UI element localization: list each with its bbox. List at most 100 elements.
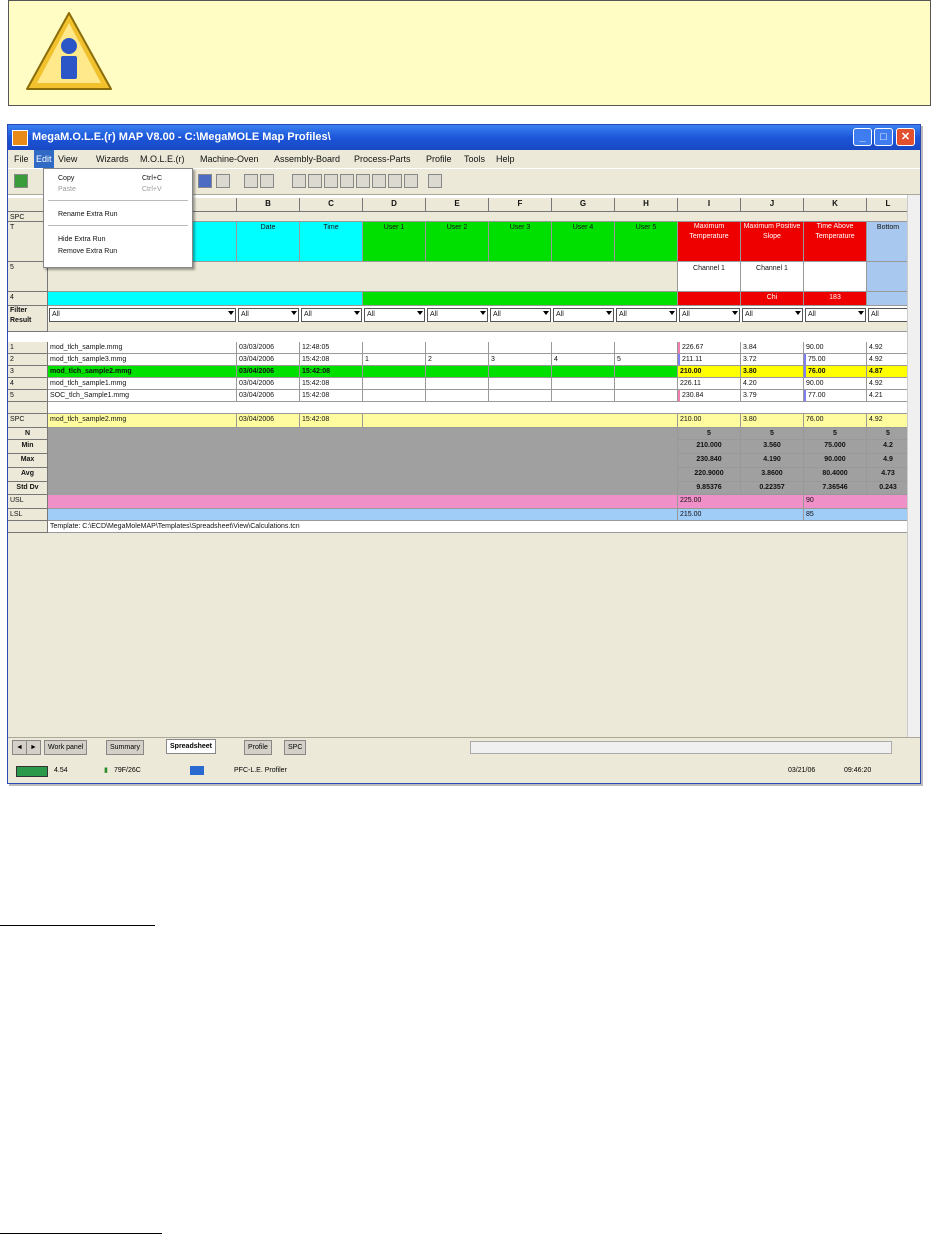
column-header-b[interactable]: B bbox=[237, 198, 300, 212]
row-header-4[interactable]: 4 bbox=[8, 378, 48, 390]
usl-k[interactable]: 90 bbox=[804, 495, 908, 509]
row3-time[interactable]: 15:42:08 bbox=[300, 366, 363, 378]
row3-user4[interactable] bbox=[552, 366, 615, 378]
filter-dropdown-c[interactable]: All bbox=[301, 308, 362, 322]
row2-user1[interactable]: 1 bbox=[363, 354, 426, 366]
row-header-2[interactable]: 2 bbox=[8, 354, 48, 366]
menu-mole[interactable]: M.O.L.E.(r) bbox=[138, 150, 187, 168]
filter-dropdown-i[interactable]: All bbox=[679, 308, 740, 322]
menu-profile[interactable]: Profile bbox=[424, 150, 454, 168]
row-header-blank[interactable] bbox=[8, 402, 48, 414]
row4-l[interactable]: 4.92 bbox=[867, 378, 908, 390]
row4-i[interactable]: 226.11 bbox=[678, 378, 741, 390]
toolbar-button-e[interactable] bbox=[324, 174, 338, 188]
row-header-avg[interactable]: Avg bbox=[8, 468, 48, 482]
row3-user5[interactable] bbox=[615, 366, 678, 378]
spc-date[interactable]: 03/04/2006 bbox=[237, 414, 300, 428]
menu-item-paste[interactable]: Paste bbox=[58, 186, 76, 193]
row2-user4[interactable]: 4 bbox=[552, 354, 615, 366]
row3-k[interactable]: 76.00 bbox=[804, 366, 867, 378]
row4-user5[interactable] bbox=[615, 378, 678, 390]
row-header-title[interactable]: T bbox=[8, 222, 48, 262]
tab-work-panel[interactable]: Work panel bbox=[44, 740, 88, 755]
toolbar-button-new[interactable] bbox=[14, 174, 28, 188]
row-header-usl[interactable]: USL bbox=[8, 495, 48, 509]
row5-date[interactable]: 03/04/2006 bbox=[237, 390, 300, 402]
menu-item-rename-extra-run[interactable]: Rename Extra Run bbox=[58, 211, 118, 218]
menu-machine-oven[interactable]: Machine-Oven bbox=[198, 150, 261, 168]
spc-j[interactable]: 3.80 bbox=[741, 414, 804, 428]
filter-dropdown-h[interactable]: All bbox=[616, 308, 677, 322]
row5-user3[interactable] bbox=[489, 390, 552, 402]
row5-j[interactable]: 3.79 bbox=[741, 390, 804, 402]
column-header-f[interactable]: F bbox=[489, 198, 552, 212]
spc-k[interactable]: 76.00 bbox=[804, 414, 867, 428]
row4-name[interactable]: mod_tlch_sample1.mmg bbox=[48, 378, 237, 390]
row-header-strip[interactable]: 4 bbox=[8, 292, 48, 306]
toolbar-button-c[interactable] bbox=[292, 174, 306, 188]
menu-item-hide-extra-run[interactable]: Hide Extra Run bbox=[58, 236, 105, 243]
row1-user1[interactable] bbox=[363, 342, 426, 354]
toolbar-button-a[interactable] bbox=[244, 174, 258, 188]
menu-view[interactable]: View bbox=[56, 150, 79, 168]
toolbar-button-print[interactable] bbox=[216, 174, 230, 188]
row3-j[interactable]: 3.80 bbox=[741, 366, 804, 378]
filter-dropdown-f[interactable]: All bbox=[490, 308, 551, 322]
toolbar-button-j[interactable] bbox=[404, 174, 418, 188]
row1-time[interactable]: 12:48:05 bbox=[300, 342, 363, 354]
row2-j[interactable]: 3.72 bbox=[741, 354, 804, 366]
filter-dropdown-g[interactable]: All bbox=[553, 308, 614, 322]
filter-dropdown-d[interactable]: All bbox=[364, 308, 425, 322]
toolbar-button-h[interactable] bbox=[372, 174, 386, 188]
row1-l[interactable]: 4.92 bbox=[867, 342, 908, 354]
column-header-e[interactable]: E bbox=[426, 198, 489, 212]
toolbar-button-k[interactable] bbox=[428, 174, 442, 188]
row1-name[interactable]: mod_tlch_sample.mmg bbox=[48, 342, 237, 354]
usl-i[interactable]: 225.00 bbox=[678, 495, 804, 509]
filter-dropdown-b[interactable]: All bbox=[238, 308, 299, 322]
spc-name[interactable]: mod_tlch_sample2.mmg bbox=[48, 414, 237, 428]
maximize-button[interactable]: □ bbox=[874, 128, 893, 146]
spc-l[interactable]: 4.92 bbox=[867, 414, 908, 428]
row4-k[interactable]: 90.00 bbox=[804, 378, 867, 390]
minimize-button[interactable]: _ bbox=[853, 128, 872, 146]
row-header-min[interactable]: Min bbox=[8, 440, 48, 454]
menu-help[interactable]: Help bbox=[494, 150, 517, 168]
column-header-g[interactable]: G bbox=[552, 198, 615, 212]
row4-user2[interactable] bbox=[426, 378, 489, 390]
column-header-c[interactable]: C bbox=[300, 198, 363, 212]
row5-user2[interactable] bbox=[426, 390, 489, 402]
row-header-max[interactable]: Max bbox=[8, 454, 48, 468]
row2-i[interactable]: 211.11 bbox=[678, 354, 741, 366]
row4-date[interactable]: 03/04/2006 bbox=[237, 378, 300, 390]
row3-user2[interactable] bbox=[426, 366, 489, 378]
row2-date[interactable]: 03/04/2006 bbox=[237, 354, 300, 366]
menu-wizards[interactable]: Wizards bbox=[94, 150, 131, 168]
row1-j[interactable]: 3.84 bbox=[741, 342, 804, 354]
menu-tools[interactable]: Tools bbox=[462, 150, 487, 168]
row2-l[interactable]: 4.92 bbox=[867, 354, 908, 366]
menu-process-parts[interactable]: Process-Parts bbox=[352, 150, 413, 168]
tab-scroll-right[interactable]: ► bbox=[26, 740, 41, 755]
toolbar-button-d[interactable] bbox=[308, 174, 322, 188]
row-header-filter[interactable]: Filter Result bbox=[8, 306, 48, 332]
filter-dropdown-l[interactable]: All bbox=[868, 308, 908, 322]
row4-j[interactable]: 4.20 bbox=[741, 378, 804, 390]
row4-time[interactable]: 15:42:08 bbox=[300, 378, 363, 390]
row5-time[interactable]: 15:42:08 bbox=[300, 390, 363, 402]
row-header-n[interactable]: N bbox=[8, 428, 48, 440]
row2-k[interactable]: 75.00 bbox=[804, 354, 867, 366]
row5-user4[interactable] bbox=[552, 390, 615, 402]
row4-user1[interactable] bbox=[363, 378, 426, 390]
row1-user3[interactable] bbox=[489, 342, 552, 354]
lsl-i[interactable]: 215.00 bbox=[678, 509, 804, 521]
row-header-lsl[interactable]: LSL bbox=[8, 509, 48, 521]
spc-i[interactable]: 210.00 bbox=[678, 414, 741, 428]
row5-l[interactable]: 4.21 bbox=[867, 390, 908, 402]
toolbar-button-i[interactable] bbox=[388, 174, 402, 188]
lsl-k[interactable]: 85 bbox=[804, 509, 908, 521]
row1-user4[interactable] bbox=[552, 342, 615, 354]
tab-spc[interactable]: SPC bbox=[284, 740, 307, 755]
row-header-channel[interactable]: 5 bbox=[8, 262, 48, 292]
row3-user1[interactable] bbox=[363, 366, 426, 378]
